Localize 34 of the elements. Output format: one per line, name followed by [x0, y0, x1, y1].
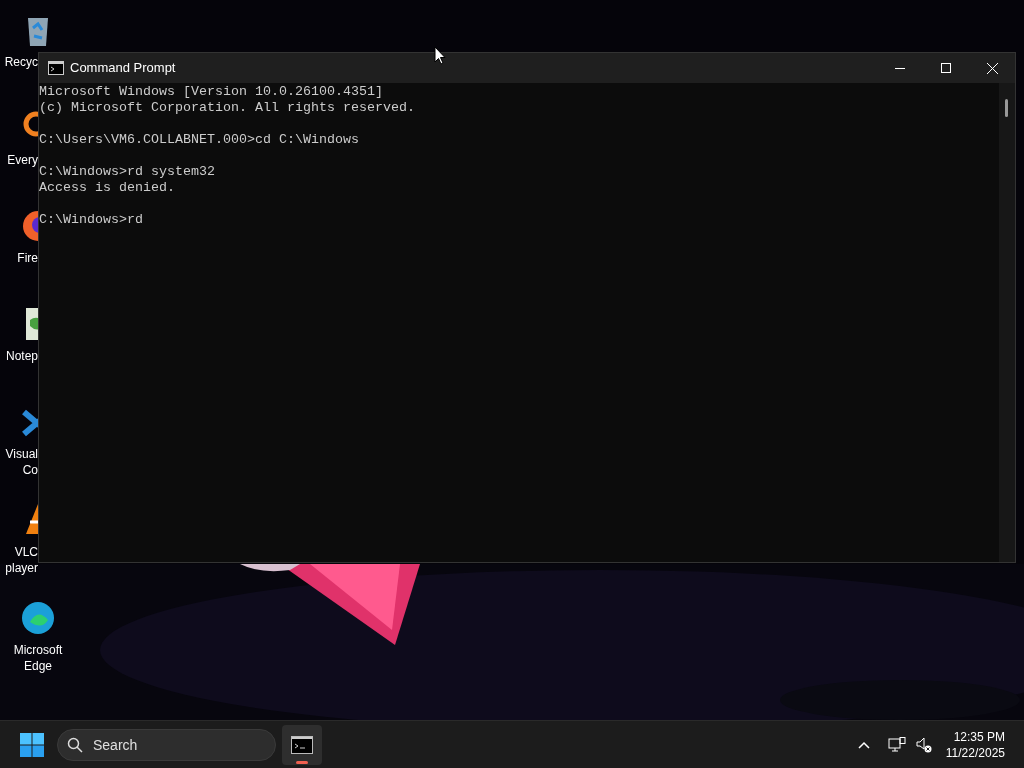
search-icon	[67, 736, 83, 753]
close-icon	[986, 62, 998, 74]
icon-label: VLC	[14, 544, 38, 560]
icon-label: Visual	[5, 446, 38, 462]
icon-label: Edge	[24, 658, 52, 674]
windows-logo-icon	[20, 732, 44, 757]
minimize-icon	[895, 67, 905, 69]
maximize-icon	[941, 63, 951, 73]
scrollbar[interactable]	[999, 83, 1015, 562]
console-line: Microsoft Windows [Version 10.0.26100.4351]	[39, 84, 383, 100]
console-line: (c) Microsoft Corporation. All rights reserved.	[39, 100, 415, 116]
console-line: C:\Windows>rd system32	[39, 164, 215, 180]
console-icon	[48, 61, 64, 75]
chevron-up-icon[interactable]	[857, 740, 870, 749]
icon-label: Every	[7, 152, 38, 168]
icon-label: Fire	[17, 250, 38, 266]
icon-label: Recyc	[4, 54, 38, 70]
console-line: C:\Users\VM6.COLLABNET.000>cd C:\Windows	[39, 132, 359, 148]
edge-shortcut-icon[interactable]	[20, 600, 56, 636]
icon-label: Notep	[5, 348, 38, 364]
muted-speaker-icon[interactable]	[915, 736, 932, 753]
icon-label: Co	[22, 462, 38, 478]
scroll-thumb[interactable]	[1005, 99, 1008, 117]
console-icon	[291, 735, 313, 754]
clock-date[interactable]: 11/22/2025	[945, 744, 1005, 761]
console-line: C:\Windows>rd	[39, 212, 143, 228]
search-field[interactable]: Search	[57, 728, 276, 761]
icon-label: player	[5, 560, 38, 576]
icon-label: Microsoft	[13, 642, 63, 658]
taskbar-app-button[interactable]	[282, 724, 322, 765]
network-icon[interactable]	[887, 736, 906, 753]
console-line: Access is denied.	[39, 180, 175, 196]
clock-time[interactable]: 12:35 PM	[953, 728, 1005, 745]
window-title: Command Prompt	[70, 59, 176, 78]
